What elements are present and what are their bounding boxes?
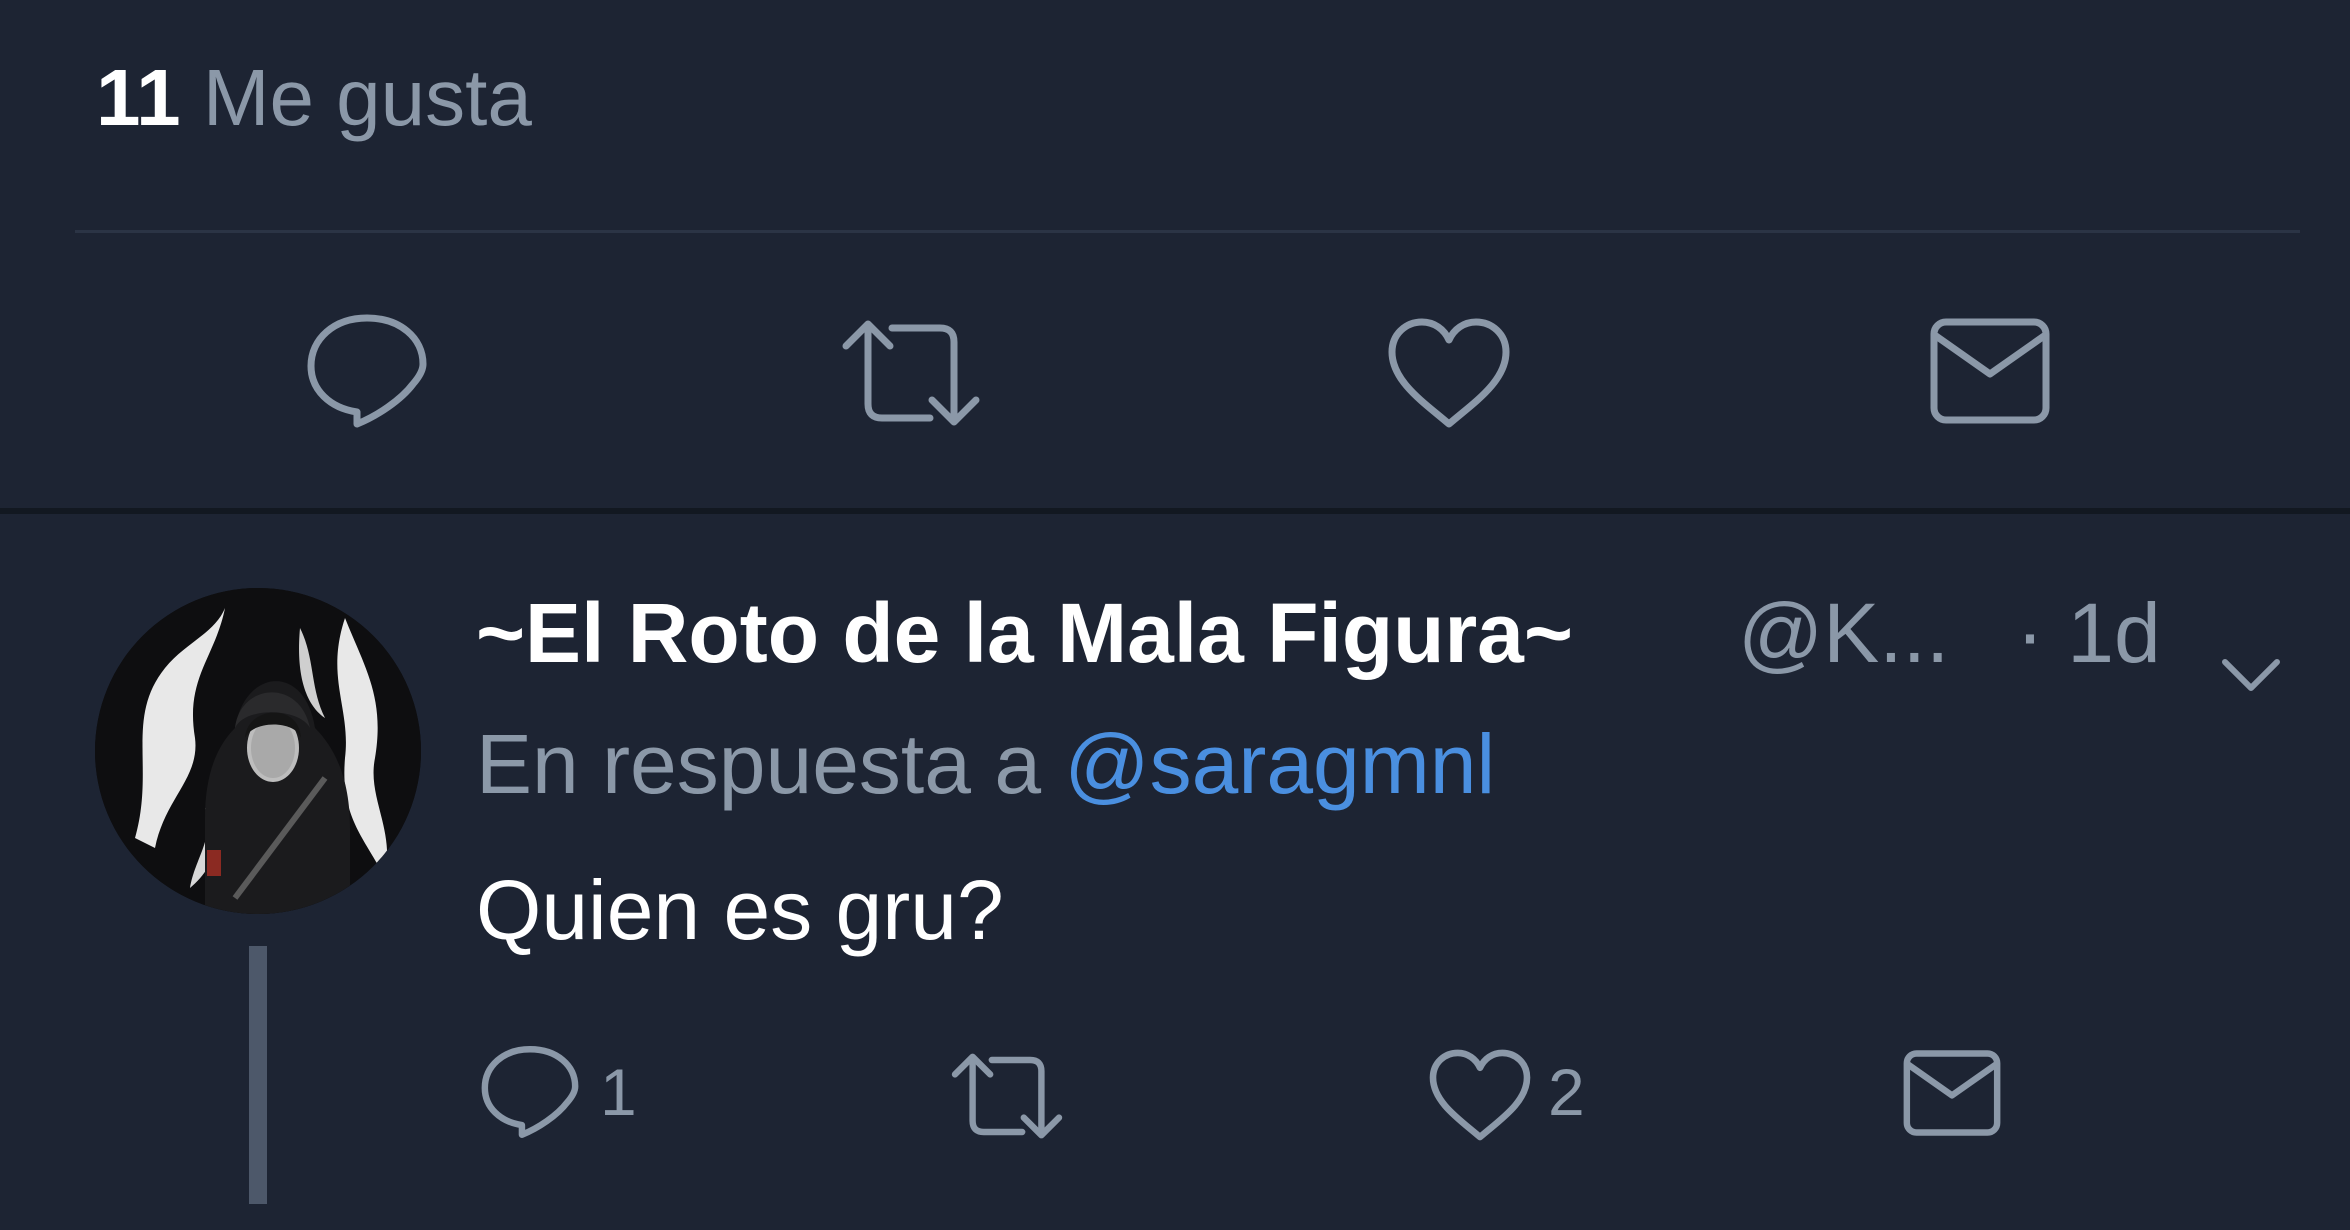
likes-label: Me gusta — [202, 53, 532, 142]
heart-icon[interactable] — [1386, 316, 1512, 430]
reply-context: En respuesta a @saragmnl — [476, 712, 1495, 816]
likes-summary[interactable]: 11 Me gusta — [96, 52, 532, 144]
tweet-separator — [0, 508, 2350, 514]
reply-icon[interactable] — [305, 312, 429, 430]
chevron-down-icon[interactable] — [2219, 612, 2283, 722]
reply-header: ~El Roto de la Mala Figura~ @K... · 1d — [476, 578, 2316, 691]
likes-count: 11 — [96, 53, 181, 142]
reply-count: 1 — [600, 1055, 637, 1129]
mail-icon[interactable] — [1928, 316, 2052, 426]
mail-icon[interactable] — [1902, 1048, 2002, 1138]
retweet-icon[interactable] — [948, 1052, 1066, 1140]
mention-link[interactable]: @saragmnl — [1064, 717, 1495, 811]
display-name[interactable]: ~El Roto de la Mala Figura~ — [476, 578, 1573, 688]
reply-to-prefix: En respuesta a — [476, 717, 1042, 811]
heart-icon[interactable] — [1428, 1048, 1532, 1142]
like-count: 2 — [1548, 1055, 1585, 1129]
thread-connector — [249, 946, 267, 1204]
tweet-text: Quien es gru? — [476, 863, 1004, 957]
reply-icon[interactable] — [480, 1044, 580, 1140]
retweet-icon[interactable] — [838, 318, 984, 428]
user-handle[interactable]: @K... — [1738, 578, 1949, 688]
divider — [75, 230, 2300, 233]
timestamp[interactable]: · 1d — [2016, 578, 2161, 688]
avatar[interactable] — [95, 588, 421, 914]
